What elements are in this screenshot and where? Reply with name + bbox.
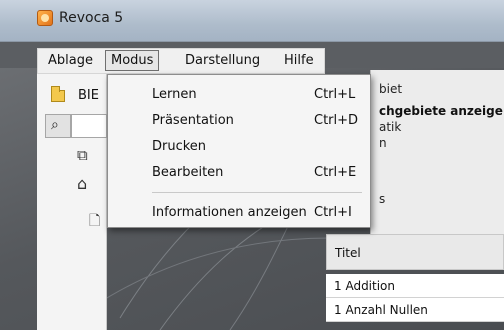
menu-item-drucken[interactable]: Drucken: [108, 134, 370, 160]
menu-modus[interactable]: Modus: [105, 50, 160, 71]
shortcut-label: Ctrl+L: [314, 87, 356, 102]
menu-bar: Ablage Modus Darstellung Hilfe: [37, 48, 325, 74]
title-bar: Revoca 5: [0, 0, 504, 42]
menu-item-bearbeiten[interactable]: Bearbeiten Ctrl+E: [108, 160, 370, 186]
search-input[interactable]: [71, 114, 107, 138]
subject-areas-toggle[interactable]: chgebiete anzeige: [379, 104, 503, 118]
app-icon: [37, 10, 53, 26]
table-header[interactable]: Titel: [326, 234, 504, 270]
table-row[interactable]: 1 Anzahl Nullen: [326, 298, 504, 322]
search-button[interactable]: ⌕: [45, 114, 71, 138]
tree-icon[interactable]: ⧉: [77, 146, 88, 164]
shortcut-label: Ctrl+E: [314, 165, 357, 180]
modus-dropdown-menu: Lernen Ctrl+L Präsentation Ctrl+D Drucke…: [107, 74, 371, 228]
search-icon: ⌕: [51, 117, 59, 133]
table-row[interactable]: 1 Addition: [326, 274, 504, 298]
sidebar: BIE ⌕ ⧉ ⌂ 🗋: [37, 74, 107, 330]
shortcut-label: Ctrl+D: [314, 113, 359, 128]
row-title: 1 Addition: [334, 279, 396, 293]
menu-item-label: Präsentation: [152, 113, 234, 128]
folder-icon: [51, 86, 65, 102]
cards-table: Titel 1 Addition 1 Anzahl Nullen: [326, 234, 504, 330]
menu-item-lernen[interactable]: Lernen Ctrl+L: [108, 82, 370, 108]
menu-darstellung[interactable]: Darstellung: [185, 53, 260, 68]
details-line: atik: [379, 120, 402, 134]
details-panel: biet chgebiete anzeige atik n s: [370, 70, 504, 235]
menu-item-label: Lernen: [152, 87, 197, 102]
menu-item-praesentation[interactable]: Präsentation Ctrl+D: [108, 108, 370, 134]
details-line: s: [379, 192, 386, 206]
shortcut-label: Ctrl+I: [314, 205, 352, 220]
document-icon[interactable]: 🗋: [89, 210, 100, 234]
details-title: biet: [379, 82, 403, 96]
menu-item-informationen-anzeigen[interactable]: Informationen anzeigen Ctrl+I: [108, 200, 370, 226]
details-line: n: [379, 136, 387, 150]
home-icon[interactable]: ⌂: [77, 174, 87, 193]
menu-item-label: Drucken: [152, 139, 207, 154]
window-title: Revoca 5: [59, 10, 124, 26]
menu-item-label: Informationen anzeigen: [152, 205, 307, 220]
row-title: 1 Anzahl Nullen: [334, 303, 428, 317]
column-title: Titel: [335, 246, 361, 260]
menu-hilfe[interactable]: Hilfe: [284, 53, 314, 68]
menu-ablage[interactable]: Ablage: [48, 53, 93, 68]
sidebar-library-label[interactable]: BIE: [78, 88, 99, 103]
menu-separator: [152, 192, 362, 193]
menu-item-label: Bearbeiten: [152, 165, 224, 180]
